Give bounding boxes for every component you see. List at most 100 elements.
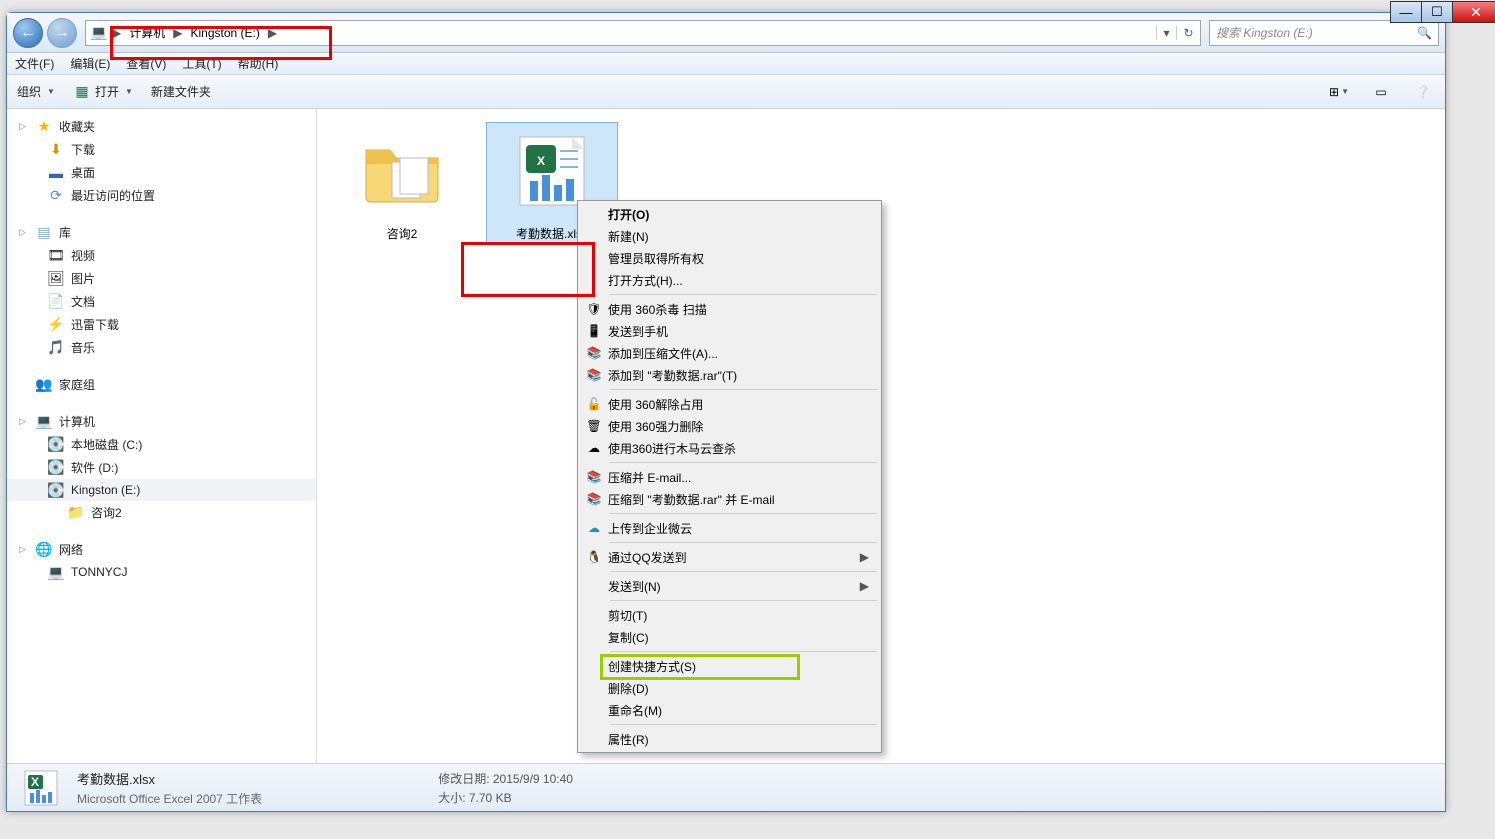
computer-icon: 💻: [35, 414, 53, 430]
ctx-new[interactable]: 新建(N): [580, 225, 879, 247]
document-icon: 📄: [47, 294, 65, 310]
chevron-right-icon[interactable]: ▶: [169, 26, 186, 40]
ctx-qq-send[interactable]: 🐧通过QQ发送到▶: [580, 546, 879, 568]
organize-button[interactable]: 组织▼: [17, 83, 55, 100]
details-modified-label: 修改日期:: [438, 772, 489, 786]
menu-edit[interactable]: 编辑(E): [70, 55, 110, 72]
view-options-button[interactable]: ⊞▼: [1327, 82, 1351, 102]
unlock-icon: 🔓: [580, 397, 608, 411]
video-icon: 🎞: [47, 248, 65, 264]
archive-icon: 📚: [580, 470, 608, 484]
forward-button[interactable]: →: [47, 18, 77, 48]
ctx-openwith[interactable]: 打开方式(H)...: [580, 269, 879, 291]
chevron-right-icon[interactable]: ▶: [108, 26, 125, 40]
breadcrumb-item[interactable]: Kingston (E:): [186, 21, 263, 45]
tree-computer[interactable]: ▷💻计算机: [7, 410, 316, 433]
details-size-value: 7.70 KB: [469, 791, 512, 805]
close-button[interactable]: ✕: [1452, 1, 1495, 23]
ctx-360force[interactable]: 🗑使用 360强力删除: [580, 415, 879, 437]
tree-subfolder[interactable]: 📁咨询2: [7, 501, 316, 524]
ctx-rename[interactable]: 重命名(M): [580, 699, 879, 721]
address-bar[interactable]: 💻 ▶ 计算机 ▶ Kingston (E:) ▶ ▾ ↻: [85, 20, 1201, 46]
cloud-icon: ☁: [580, 521, 608, 535]
refresh-button[interactable]: ↻: [1176, 26, 1200, 40]
tree-libraries[interactable]: ▷▤库: [7, 221, 316, 244]
back-button[interactable]: ←: [13, 18, 43, 48]
details-modified-value: 2015/9/9 10:40: [493, 772, 573, 786]
archive-icon: 📚: [580, 492, 608, 506]
disk-icon: 💽: [47, 437, 65, 453]
download-icon: ⬇: [47, 142, 65, 158]
ctx-open[interactable]: 打开(O): [580, 203, 879, 225]
ctx-addarchive[interactable]: 📚添加到压缩文件(A)...: [580, 342, 879, 364]
ctx-admin[interactable]: 管理员取得所有权: [580, 247, 879, 269]
svg-text:X: X: [537, 154, 545, 168]
computer-icon: 💻: [90, 25, 108, 41]
cloud-icon: ☁: [580, 441, 608, 455]
ctx-360scan[interactable]: 🛡使用 360杀毒 扫描: [580, 298, 879, 320]
delete-icon: 🗑: [580, 419, 608, 433]
ctx-properties[interactable]: 属性(R): [580, 728, 879, 750]
navigation-bar: ← → 💻 ▶ 计算机 ▶ Kingston (E:) ▶ ▾ ↻ 搜索 Kin…: [7, 13, 1445, 53]
disk-icon: 💽: [47, 482, 65, 498]
open-button[interactable]: ▦ 打开▼: [73, 83, 133, 100]
ctx-upload-weiyun[interactable]: ☁上传到企业微云: [580, 517, 879, 539]
ctx-sendto[interactable]: 发送到(N)▶: [580, 575, 879, 597]
ctx-delete[interactable]: 删除(D): [580, 677, 879, 699]
window-controls: — ☐ ✕: [1391, 1, 1495, 23]
details-size-label: 大小:: [438, 791, 465, 805]
chevron-right-icon[interactable]: ▶: [264, 26, 281, 40]
tree-pictures[interactable]: 🖼图片: [7, 267, 316, 290]
ctx-addrar[interactable]: 📚添加到 "考勤数据.rar"(T): [580, 364, 879, 386]
tree-videos[interactable]: 🎞视频: [7, 244, 316, 267]
ctx-shortcut[interactable]: 创建快捷方式(S): [580, 655, 879, 677]
maximize-button[interactable]: ☐: [1421, 1, 1453, 23]
minimize-button[interactable]: —: [1390, 1, 1422, 23]
search-input[interactable]: 搜索 Kingston (E:) 🔍: [1209, 20, 1439, 46]
excel-icon: X: [21, 768, 61, 808]
ctx-copy[interactable]: 复制(C): [580, 626, 879, 648]
ctx-zipemail[interactable]: 📚压缩并 E-mail...: [580, 466, 879, 488]
new-folder-button[interactable]: 新建文件夹: [151, 83, 211, 100]
ctx-ziprar-email[interactable]: 📚压缩到 "考勤数据.rar" 并 E-mail: [580, 488, 879, 510]
ctx-sendphone[interactable]: 📱发送到手机: [580, 320, 879, 342]
archive-icon: 📚: [580, 368, 608, 382]
tree-music[interactable]: 🎵音乐: [7, 336, 316, 359]
help-button[interactable]: ❔: [1411, 82, 1435, 102]
folder-tile[interactable]: 咨询2: [337, 123, 467, 242]
tree-homegroup[interactable]: 👥家庭组: [7, 373, 316, 396]
preview-pane-button[interactable]: ▭: [1369, 82, 1393, 102]
tree-network-pc[interactable]: 💻TONNYCJ: [7, 561, 316, 583]
file-label: 咨询2: [337, 225, 467, 242]
ctx-cut[interactable]: 剪切(T): [580, 604, 879, 626]
tree-downloads[interactable]: ⬇下载: [7, 138, 316, 161]
ctx-360unlock[interactable]: 🔓使用 360解除占用: [580, 393, 879, 415]
desktop-icon: ▬: [47, 165, 65, 181]
menu-file[interactable]: 文件(F): [15, 55, 54, 72]
details-filename: 考勤数据.xlsx: [77, 769, 262, 788]
menu-tools[interactable]: 工具(T): [182, 55, 221, 72]
disk-icon: 💽: [47, 460, 65, 476]
tree-documents[interactable]: 📄文档: [7, 290, 316, 313]
breadcrumb-item[interactable]: 计算机: [125, 21, 169, 45]
tree-favorites[interactable]: ▷★收藏夹: [7, 115, 316, 138]
search-icon[interactable]: 🔍: [1417, 26, 1432, 40]
navigation-pane: ▷★收藏夹 ⬇下载 ▬桌面 ⟳最近访问的位置 ▷▤库 🎞视频 🖼图片 📄文档 ⚡…: [7, 109, 317, 763]
address-dropdown[interactable]: ▾: [1156, 26, 1176, 40]
menu-help[interactable]: 帮助(H): [238, 55, 279, 72]
star-icon: ★: [35, 119, 53, 135]
tree-network[interactable]: ▷🌐网络: [7, 538, 316, 561]
details-pane: X 考勤数据.xlsx Microsoft Office Excel 2007 …: [7, 763, 1445, 811]
tree-desktop[interactable]: ▬桌面: [7, 161, 316, 184]
recent-icon: ⟳: [47, 188, 65, 204]
ctx-360cloud[interactable]: ☁使用360进行木马云查杀: [580, 437, 879, 459]
tree-drive-e[interactable]: 💽Kingston (E:): [7, 479, 316, 501]
tree-drive-d[interactable]: 💽软件 (D:): [7, 456, 316, 479]
menu-view[interactable]: 查看(V): [126, 55, 166, 72]
tree-drive-c[interactable]: 💽本地磁盘 (C:): [7, 433, 316, 456]
folder-icon: [354, 123, 450, 219]
music-icon: 🎵: [47, 340, 65, 356]
tree-thunder[interactable]: ⚡迅雷下载: [7, 313, 316, 336]
svg-text:X: X: [31, 775, 39, 789]
tree-recent[interactable]: ⟳最近访问的位置: [7, 184, 316, 207]
